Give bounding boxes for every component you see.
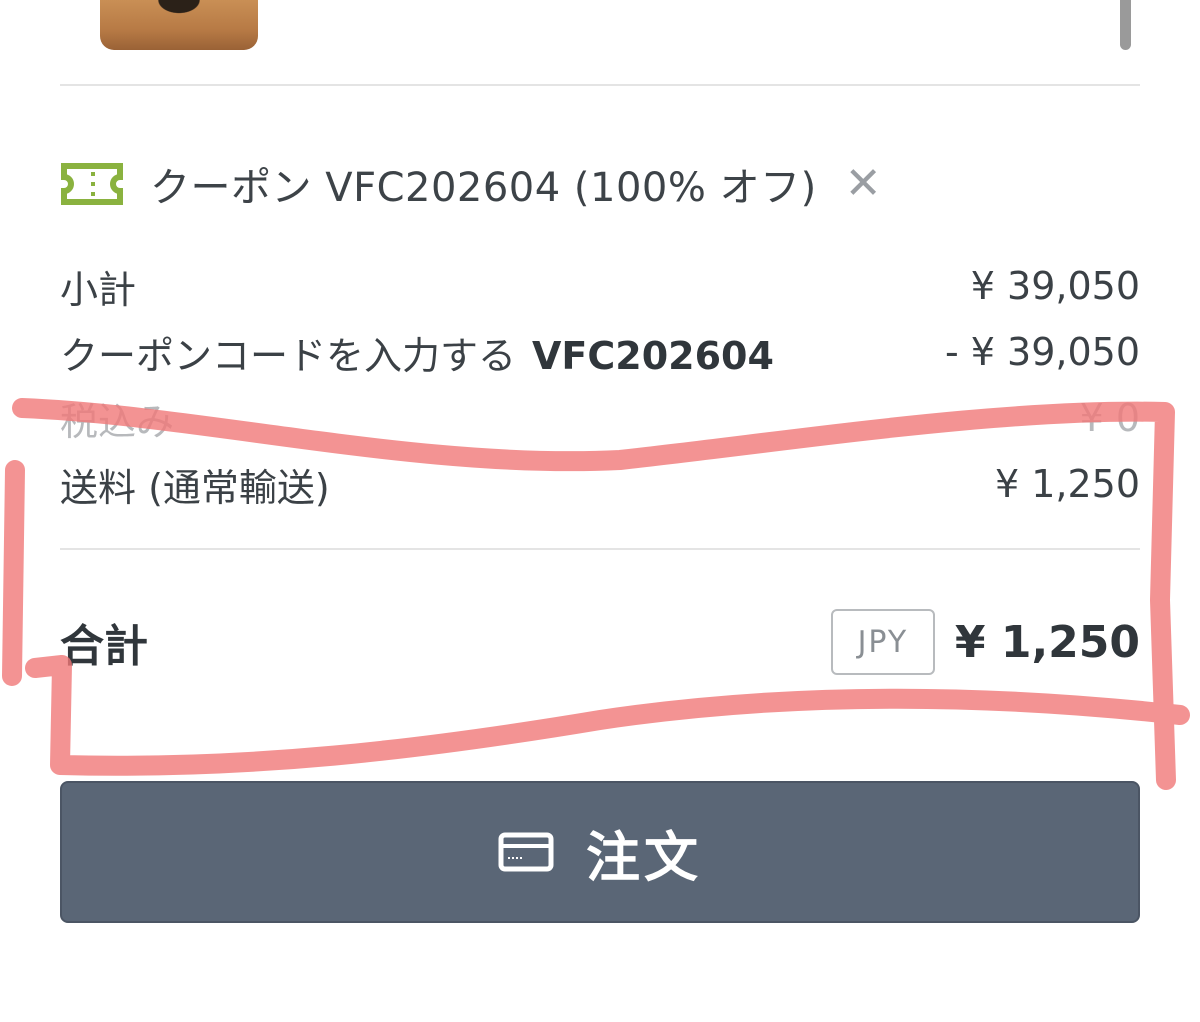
divider: [60, 548, 1140, 550]
coupon-discount-label: クーポンコードを入力する: [60, 333, 517, 378]
coupon-discount-row: クーポンコードを入力する VFC202604 - ¥ 39,050: [60, 324, 1140, 380]
coupon-code: VFC202604: [532, 333, 774, 378]
ticket-icon: [61, 163, 123, 205]
shipping-value: ¥ 1,250: [994, 462, 1140, 506]
order-button-label: 注文: [586, 825, 702, 889]
total-label: 合計: [60, 621, 148, 672]
subtotal-row: 小計 ¥ 39,050: [60, 258, 1140, 314]
tax-label: 税込み: [60, 399, 175, 444]
subtotal-label: 小計: [60, 267, 137, 312]
subtotal-value: ¥ 39,050: [970, 264, 1140, 308]
order-button[interactable]: 注文: [60, 781, 1140, 923]
shipping-row: 送料 (通常輸送) ¥ 1,250: [60, 456, 1140, 512]
coupon-label: クーポン VFC202604 (100% オフ): [150, 165, 817, 211]
tax-row: 税込み ¥ 0: [60, 390, 1140, 446]
divider: [60, 84, 1140, 86]
tax-value: ¥ 0: [1079, 396, 1140, 440]
remove-coupon-icon[interactable]: ✕: [845, 162, 882, 206]
coupon-discount-value: - ¥ 39,050: [944, 330, 1140, 374]
credit-card-icon: [498, 832, 554, 872]
currency-badge: JPY: [830, 609, 935, 675]
scrollbar[interactable]: [1120, 0, 1131, 50]
total-value: ¥ 1,250: [954, 616, 1140, 668]
applied-coupon: クーポン VFC202604 (100% オフ) ✕: [60, 152, 882, 216]
product-thumbnail: [100, 0, 258, 50]
total-row: 合計 JPY ¥ 1,250: [60, 606, 1140, 678]
shipping-label: 送料 (通常輸送): [60, 465, 330, 510]
